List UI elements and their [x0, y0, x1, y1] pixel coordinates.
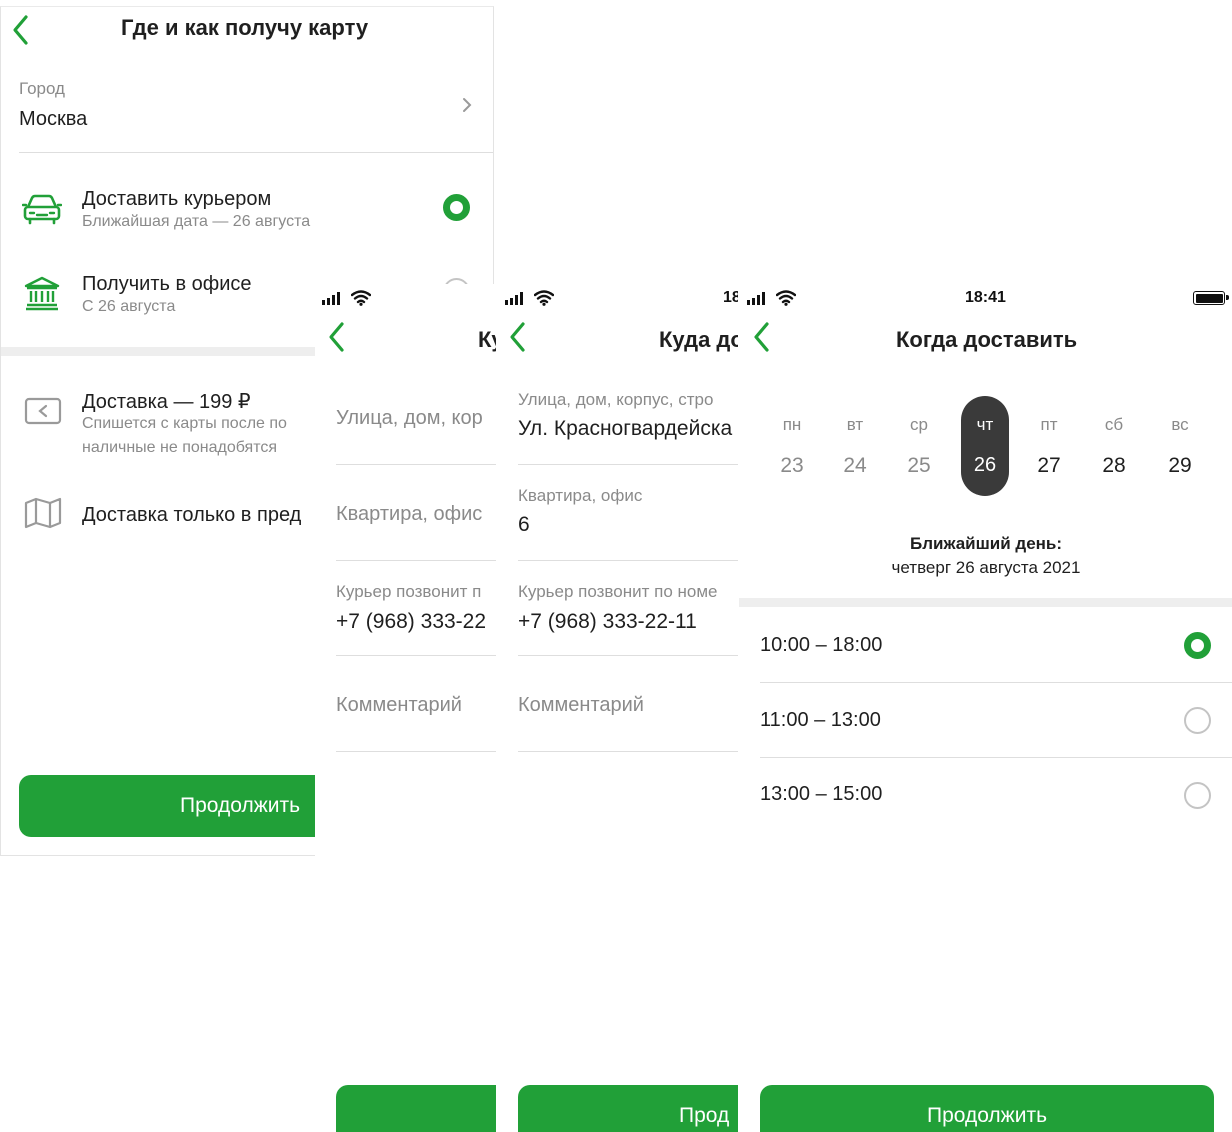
- time-slot-label: 13:00 – 15:00: [760, 783, 883, 805]
- delivery-cost-note-line: наличные не понадобятся: [82, 439, 278, 456]
- apartment-input[interactable]: 6: [518, 513, 530, 537]
- signal-icon: [322, 292, 340, 305]
- continue-button[interactable]: [336, 1085, 496, 1132]
- delivery-cost-title: Доставка — 199 ₽: [82, 391, 251, 413]
- weekday-label: вс: [1171, 415, 1189, 434]
- selected-day-highlight[interactable]: [961, 396, 1009, 496]
- page-title: Где и как получу карту: [121, 15, 369, 40]
- page-title: Ку: [478, 327, 496, 352]
- radio-selected[interactable]: [443, 194, 470, 221]
- divider: [336, 560, 496, 561]
- map-icon: [24, 497, 62, 529]
- divider: [336, 751, 496, 752]
- section-separator: [739, 598, 1232, 607]
- weekday-label-selected[interactable]: чт: [965, 415, 1005, 435]
- delivery-cost-note: Спишется с карты после по наличные не по…: [82, 412, 287, 460]
- status-time: 18:41: [965, 289, 1006, 306]
- back-arrow-icon[interactable]: [750, 320, 774, 354]
- continue-button[interactable]: Продолжить: [760, 1085, 1214, 1132]
- battery-icon: [1193, 291, 1229, 305]
- option-courier-subtitle: Ближайшая дата — 26 августа: [82, 213, 311, 230]
- radio-selected[interactable]: [1184, 632, 1211, 659]
- divider: [518, 560, 738, 561]
- divider: [336, 464, 496, 465]
- wifi-icon: [776, 290, 796, 306]
- phone-label: Курьер позвонит по номе: [518, 582, 718, 601]
- street-input[interactable]: Улица, дом, кор: [336, 407, 496, 430]
- option-office-title: Получить в офисе: [82, 273, 252, 295]
- day-number[interactable]: 27: [1029, 454, 1069, 478]
- phone-input[interactable]: +7 (968) 333-22-11: [518, 610, 697, 634]
- continue-button[interactable]: Прод: [518, 1085, 738, 1132]
- weekday-label: вт: [846, 415, 864, 434]
- divider: [336, 655, 496, 656]
- phone-input[interactable]: +7 (968) 333-22: [336, 610, 496, 634]
- option-office-subtitle: С 26 августа: [82, 298, 176, 315]
- delivery-cost-note-line: Спишется с карты после по: [82, 415, 287, 432]
- day-number[interactable]: 29: [1160, 454, 1200, 478]
- weekday-label: пн: [782, 415, 802, 434]
- street-input[interactable]: Ул. Красногвардейска: [518, 417, 738, 441]
- day-number: 25: [907, 454, 931, 477]
- city-value: Москва: [19, 108, 88, 130]
- chevron-right-icon: [463, 98, 472, 112]
- status-time: 18: [723, 289, 738, 306]
- comment-input[interactable]: Комментарий: [518, 694, 644, 717]
- weekday-label: ср: [910, 415, 928, 434]
- day-number-selected[interactable]: 26: [965, 454, 1005, 477]
- time-slot-label: 11:00 – 13:00: [760, 709, 881, 731]
- back-arrow-icon[interactable]: [325, 320, 349, 354]
- city-label: Город: [19, 79, 65, 98]
- wifi-icon: [534, 290, 554, 306]
- signal-icon: [747, 292, 765, 305]
- signal-icon: [505, 292, 523, 305]
- divider: [760, 682, 1232, 683]
- nearest-day-label: Ближайший день:: [909, 534, 1063, 553]
- option-courier-title: Доставить курьером: [82, 188, 272, 210]
- back-arrow-icon[interactable]: [506, 320, 530, 354]
- apartment-input[interactable]: Квартира, офис: [336, 503, 496, 526]
- radio-unselected[interactable]: [1184, 707, 1211, 734]
- street-label: Улица, дом, корпус, стро: [518, 390, 714, 409]
- phone-label: Курьер позвонит п: [336, 582, 482, 601]
- delivery-region-note: Доставка только в пред: [82, 504, 302, 526]
- divider: [19, 152, 493, 153]
- day-number: 24: [843, 454, 867, 477]
- apartment-label: Квартира, офис: [518, 486, 643, 505]
- car-icon: [22, 194, 62, 225]
- wifi-icon: [351, 290, 371, 306]
- weekday-label: пт: [1040, 415, 1058, 434]
- comment-input[interactable]: Комментарий: [336, 694, 496, 717]
- day-number[interactable]: 28: [1094, 454, 1134, 478]
- nearest-day-value: четверг 26 августа 2021: [891, 558, 1081, 577]
- radio-unselected[interactable]: [1184, 782, 1211, 809]
- page-title: Куда до: [659, 327, 738, 352]
- time-slot-label: 10:00 – 18:00: [760, 634, 883, 656]
- weekday-label: сб: [1104, 415, 1124, 434]
- divider: [518, 751, 738, 752]
- divider: [518, 464, 738, 465]
- bank-icon: [24, 276, 60, 311]
- divider: [760, 757, 1232, 758]
- card-icon: [24, 397, 62, 425]
- divider: [518, 655, 738, 656]
- back-arrow-icon[interactable]: [9, 13, 33, 47]
- page-title: Когда доставить: [896, 327, 1078, 352]
- day-number: 23: [780, 454, 804, 477]
